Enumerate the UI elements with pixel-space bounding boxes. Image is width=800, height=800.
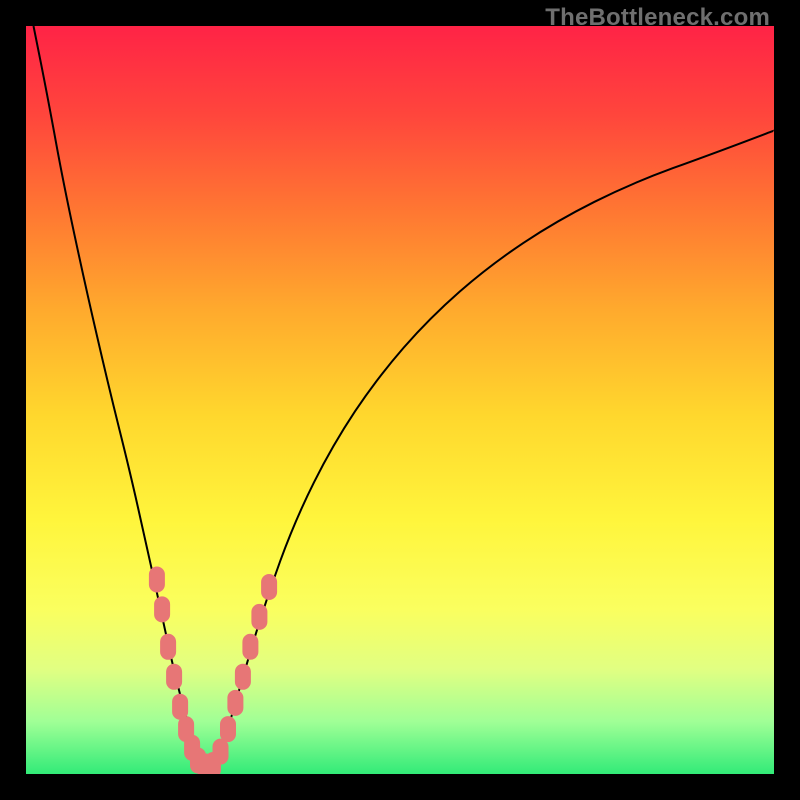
- scatter-point: [149, 567, 165, 593]
- scatter-point: [220, 716, 236, 742]
- chart-plot-area: [26, 26, 774, 774]
- scatter-point: [235, 664, 251, 690]
- scatter-point: [160, 634, 176, 660]
- scatter-point: [251, 604, 267, 630]
- scatter-point: [242, 634, 258, 660]
- scatter-points-group: [149, 567, 277, 775]
- frame-border-bottom: [0, 774, 800, 800]
- scatter-point: [154, 596, 170, 622]
- chart-svg: [26, 26, 774, 774]
- scatter-point: [166, 664, 182, 690]
- scatter-point: [172, 694, 188, 720]
- scatter-point: [261, 574, 277, 600]
- frame-border-right: [774, 0, 800, 800]
- bottleneck-curve-line: [34, 26, 775, 764]
- scatter-point: [227, 690, 243, 716]
- scatter-point: [213, 739, 229, 765]
